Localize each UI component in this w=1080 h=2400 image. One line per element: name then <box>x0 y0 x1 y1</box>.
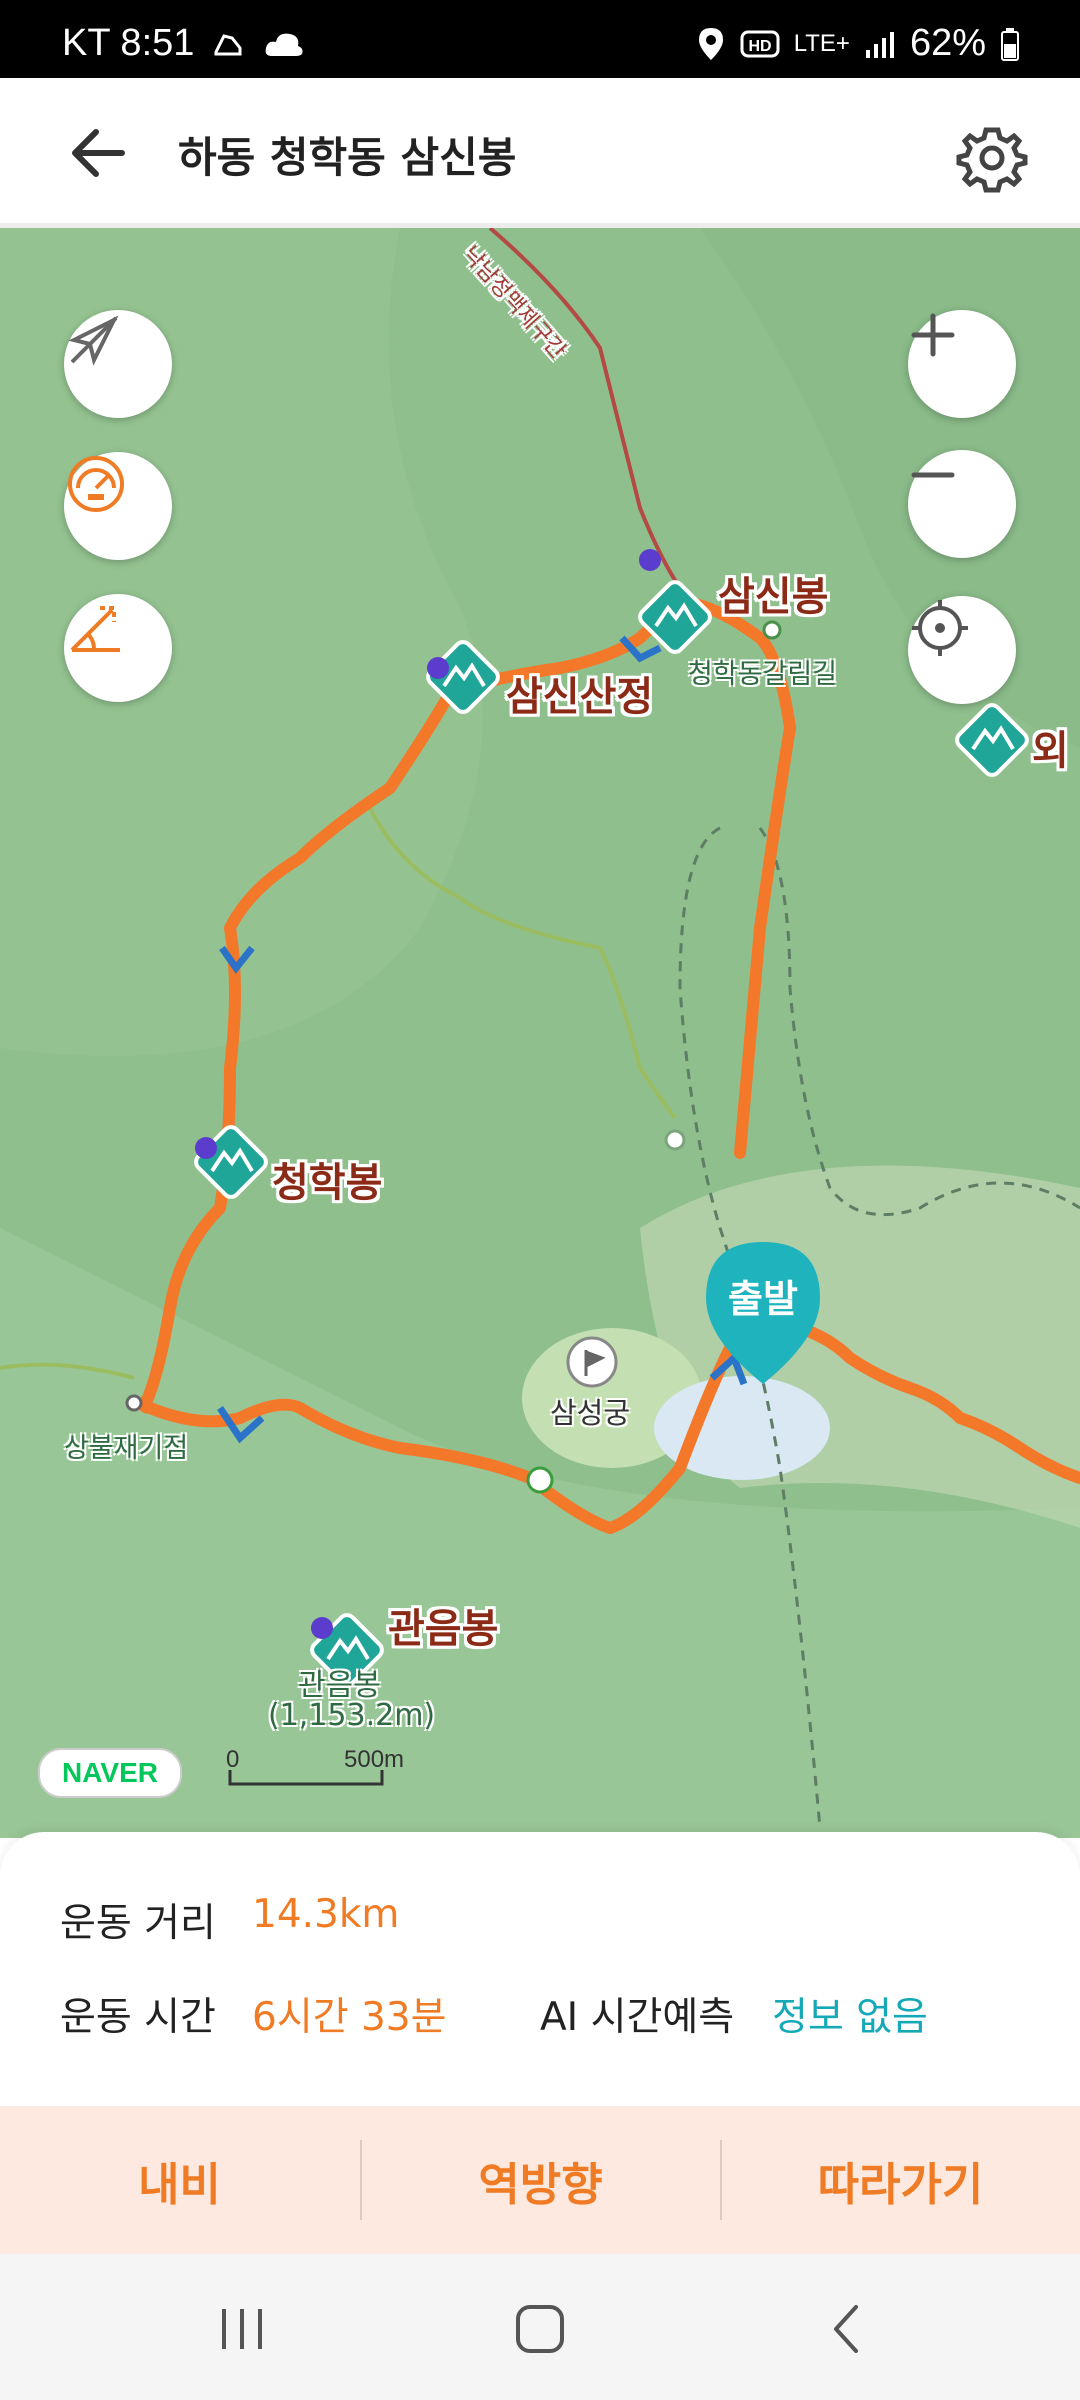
elevation-icon <box>70 606 120 652</box>
home-icon <box>516 2305 564 2353</box>
system-back-button[interactable] <box>798 2284 898 2374</box>
locate-icon <box>912 600 968 656</box>
cloud-icon <box>265 33 303 56</box>
compass-off-icon <box>68 315 119 366</box>
peak-label-gwaneum[interactable]: 관음봉 <box>388 1596 498 1654</box>
zoom-in-icon <box>911 313 955 357</box>
back-icon <box>834 2305 858 2353</box>
back-button[interactable] <box>62 118 142 188</box>
reverse-button[interactable]: 역방향 <box>361 2106 720 2254</box>
distance-label: 운동 거리 <box>60 1901 216 1946</box>
start-marker[interactable]: 출발 <box>702 1238 824 1388</box>
compass-toggle-button[interactable] <box>64 310 172 418</box>
naver-logo: NAVER <box>38 1748 182 1798</box>
map-scale: 0 500m <box>226 1746 436 1792</box>
zoom-in-button[interactable] <box>908 310 1016 418</box>
junction-label-cheonghakdong: 청학동갈림길 <box>688 659 838 690</box>
hd-icon: HD <box>740 30 780 57</box>
start-marker-label: 출발 <box>728 1277 798 1321</box>
locate-button[interactable] <box>908 596 1016 704</box>
stats-panel: 운동 거리 14.3km 운동 시간 6시간 33분 AI 시간예측 정보 없음 <box>0 1832 1080 2106</box>
distance-value: 14.3km <box>252 1892 400 1937</box>
time-value: 6시간 33분 <box>252 1995 447 2040</box>
follow-button[interactable]: 따라가기 <box>721 2106 1080 2254</box>
gear-icon <box>956 127 1028 193</box>
arrow-left-icon <box>72 129 125 177</box>
peak-label-cheonghak[interactable]: 청학봉 <box>272 1150 382 1208</box>
time-label: 운동 시간 <box>60 1995 216 2040</box>
ai-time-label: AI 시간예측 <box>540 1995 735 2040</box>
svg-text:HD: HD <box>748 38 771 55</box>
peak-elevation-gwaneum: (1,153.2m) <box>268 1698 436 1733</box>
recent-apps-icon <box>222 2309 262 2349</box>
speedometer-icon <box>68 456 124 512</box>
temple-label: 삼성궁 <box>550 1396 631 1430</box>
navi-button[interactable]: 내비 <box>0 2106 359 2254</box>
ai-time-value: 정보 없음 <box>772 1995 928 2040</box>
home-button[interactable] <box>490 2284 590 2374</box>
peak-label-samsin[interactable]: 삼신봉 <box>718 564 828 622</box>
elevation-button[interactable] <box>64 594 172 702</box>
network-type: LTE+ <box>793 29 850 57</box>
scale-bar <box>228 1770 384 1786</box>
junction-label-sangbuljae: 상불재기점 <box>64 1433 189 1464</box>
peak-label-right[interactable]: 외 <box>1032 718 1069 776</box>
status-bar: KT 8:51 HD LTE+ 62% <box>0 0 1080 78</box>
speed-button[interactable] <box>64 452 172 560</box>
location-icon <box>698 27 723 60</box>
signal-icon <box>865 31 894 58</box>
zoom-out-icon <box>911 472 955 478</box>
settings-button[interactable] <box>952 118 1032 198</box>
battery-icon <box>1001 27 1019 61</box>
recent-apps-button[interactable] <box>192 2284 292 2374</box>
hiking-shoe-icon <box>214 33 242 55</box>
system-nav-bar <box>0 2254 1080 2400</box>
battery-level: 62% <box>909 22 986 64</box>
action-bar: 내비 역방향 따라가기 <box>0 2106 1080 2254</box>
zoom-out-button[interactable] <box>908 450 1016 558</box>
map-view[interactable]: 낙남정맥제구간 삼신봉 청학동갈림길 삼신산정 외 청학봉 상불재기점 삼성궁 … <box>0 228 1080 1838</box>
page-title: 하동 청학동 삼신봉 <box>178 133 517 182</box>
carrier-time: KT 8:51 <box>62 22 195 64</box>
peak-label-samsinsanjeong[interactable]: 삼신산정 <box>506 664 653 722</box>
app-header: 하동 청학동 삼신봉 <box>0 78 1080 229</box>
